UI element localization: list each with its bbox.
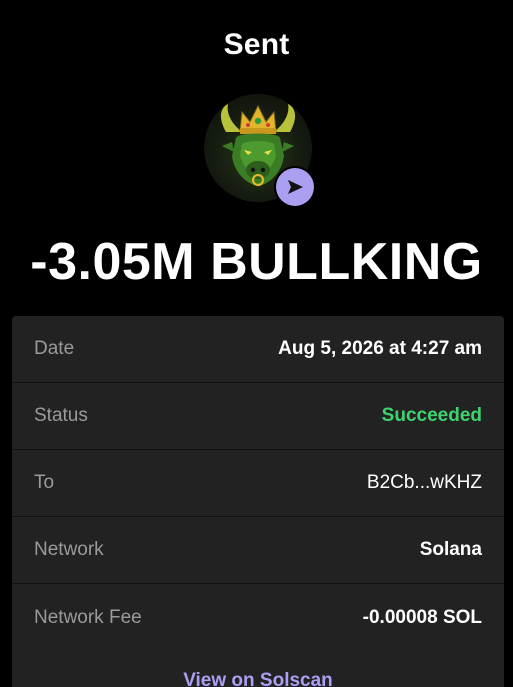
- to-label: To: [34, 472, 55, 493]
- network-label: Network: [34, 539, 104, 560]
- network-value: Solana: [419, 539, 482, 560]
- detail-row-date: Date Aug 5, 2026 at 4:27 am: [12, 316, 504, 383]
- status-label: Status: [34, 405, 88, 426]
- detail-row-network-fee: Network Fee -0.00008 SOL: [12, 584, 504, 651]
- view-on-explorer-link[interactable]: View on Solscan: [12, 670, 504, 687]
- page-title: Sent: [223, 28, 290, 61]
- transaction-detail-screen: Sent -3.05M BULLKING Date Aug 5, 2026 at…: [0, 0, 513, 687]
- token-avatar-group: [204, 94, 318, 208]
- network-fee-label: Network Fee: [34, 606, 142, 628]
- detail-row-network: Network Solana: [12, 517, 504, 584]
- detail-row-to[interactable]: To B2Cb...wKHZ: [12, 450, 504, 517]
- transaction-amount: -3.05M BULLKING: [30, 233, 483, 291]
- transaction-details-card: Date Aug 5, 2026 at 4:27 am Status Succe…: [12, 316, 504, 687]
- status-value: Succeeded: [381, 405, 482, 426]
- date-value: Aug 5, 2026 at 4:27 am: [278, 338, 482, 359]
- send-arrow-icon: [288, 180, 303, 194]
- date-label: Date: [34, 338, 75, 359]
- detail-row-status: Status Succeeded: [12, 383, 504, 450]
- network-fee-value: -0.00008 SOL: [362, 606, 482, 628]
- recipient-address[interactable]: B2Cb...wKHZ: [367, 472, 482, 494]
- sent-badge: [274, 166, 316, 208]
